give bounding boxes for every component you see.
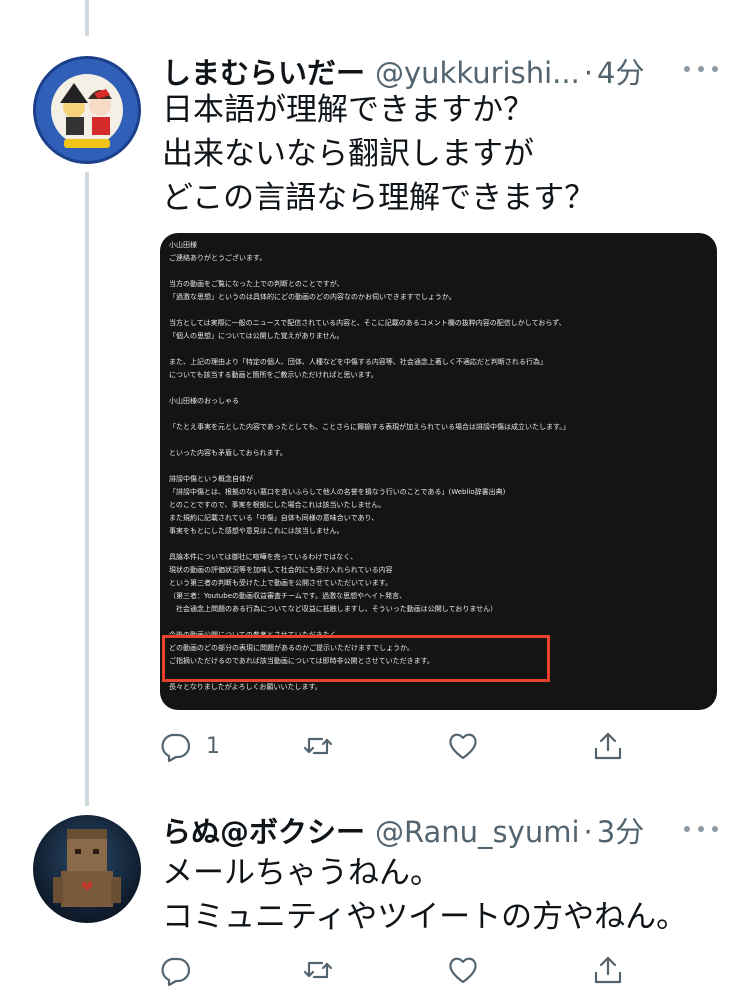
retweet-button[interactable] [302,726,334,766]
anime-avatar-icon [39,62,135,158]
like-icon [449,733,477,760]
email-text-line: といった内容も矛盾しておられます。 [169,449,287,457]
email-text-line: 具論本件については御社に喧嘩を売っているわけではなく、 [169,553,358,561]
email-text-line: 小山田様 [169,241,197,249]
thread-line [85,172,89,806]
email-text-line: また規約に記載されている「中傷」自体も同様の意味合いであり、 [169,514,379,522]
display-name[interactable]: らぬ@ボクシー [162,809,365,851]
tweet-text-line: どこの言語なら理解できます？ [162,180,596,216]
tweet-text-line: メールちゃうねん。 [162,855,441,891]
share-icon [594,956,622,984]
separator: · [583,56,594,90]
retweet-icon [303,961,333,979]
reply-button[interactable]: 1 [160,726,220,766]
email-text-line: 事実をもとにした感想や意見はこれには該当しません。 [169,527,344,535]
email-text-line: 当方の動画をご覧になった上での判断とのことですが、 [169,280,344,288]
like-button[interactable] [447,950,479,990]
user-handle[interactable]: @Ranu_syumi [375,815,580,849]
tweet-text: メールちゃうねん。 コミュニティやツイートの方やねん。 [162,851,687,939]
reply-icon [161,733,191,762]
display-name[interactable]: しまむらいだー [162,50,365,92]
avatar[interactable] [33,815,141,923]
like-button[interactable] [447,726,479,766]
more-icon[interactable] [684,823,718,835]
email-text-line: ご連絡ありがとうございます。 [169,254,267,262]
email-text-line: 当方としては実際に一般のニュースで配信されている内容と、そこに記載のあるコメント… [169,319,566,327]
timestamp[interactable]: 3分 [597,809,644,851]
tweet-text-line: 出来ないなら翻訳しますが [162,136,534,172]
tweet-header: しまむらいだー @yukkurishi... · 4分 [162,50,645,90]
avatar[interactable] [33,56,141,164]
blocky-character-avatar-icon [53,829,121,907]
user-handle[interactable]: @yukkurishi... [375,56,580,90]
tweet-actions [160,950,630,990]
email-text-line: 「個人の思想」については公開した覚えがありません。 [169,332,344,340]
email-text-line: 「たとえ事実を元とした内容であったとしても、ことさらに揶揄する表現が加えられてい… [169,423,570,431]
highlight-box [162,635,550,682]
separator: · [583,815,593,849]
retweet-icon [303,737,333,755]
email-text-line: についても該当する動画と箇所をご教示いただければと思います。 [169,371,378,379]
tweet-actions: 1 [160,726,630,766]
reply-icon [161,957,191,986]
email-text-line: また、上記の理由より「特定の個人、団体、人種などを中傷する内容等、社会通念上著し… [169,358,547,366]
email-text-line: 小山田様のおっしゃる [169,397,239,405]
email-text-line: 「過激な思想」というのは具体的にどの動画のどの内容なのかお伺いできますでしょうか… [169,293,456,301]
retweet-button[interactable] [302,950,334,990]
like-icon [449,957,477,984]
email-text-line: （第三者：Youtubeの動画収益審査チームです。過激な思想やヘイト発言、 [169,592,407,600]
share-button[interactable] [592,950,624,990]
email-text-line: 誹謗中傷という概念自体が [169,475,253,483]
share-icon [594,732,622,760]
email-text-line: 「誹謗中傷とは、根拠のない悪口を言いふらして他人の名誉を損なう行いのことである」… [169,488,506,496]
tweet-text-line: 日本語が理解できますか？ [162,92,534,128]
thread-line-top [85,0,89,36]
reply-button[interactable] [160,950,206,990]
email-text-line: 社会通念上問題のある行為についてなど収益に抵触しますし、そういった動画は公開して… [169,605,498,613]
email-text-line: とのことですので、事実を根拠にした場合これは該当いたしません。 [169,501,386,509]
share-button[interactable] [592,726,624,766]
email-text-line: という第三者の判断も受けた上で動画を公開させていただいています。 [169,579,393,587]
tweet-header: らぬ@ボクシー @Ranu_syumi · 3分 [162,809,644,849]
reply-count: 1 [206,733,220,759]
attached-image[interactable]: 小山田様ご連絡ありがとうございます。当方の動画をご覧になった上での判断とのことで… [160,233,717,710]
timestamp[interactable]: 4分 [597,50,644,92]
email-text-line: 長々となりましたがよろしくお願いいたします。 [169,683,322,691]
email-text-line: 現状の動画の評価状況等を加味して社会的にも受け入れられている内容 [169,566,393,574]
more-icon[interactable] [684,63,718,75]
tweet-text-line: コミュニティやツイートの方やねん。 [162,899,688,935]
tweet-text: 日本語が理解できますか？ 出来ないなら翻訳しますが どこの言語なら理解できます？ [162,88,595,220]
